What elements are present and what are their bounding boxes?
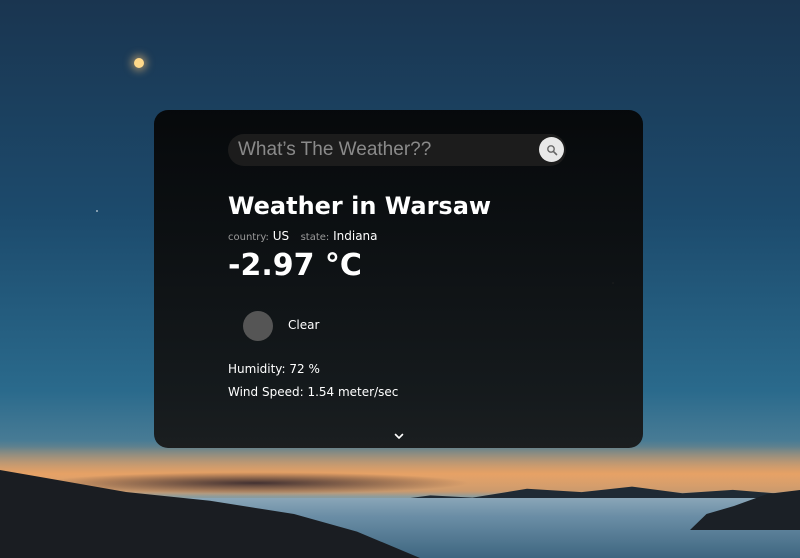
- state-value: Indiana: [333, 229, 378, 243]
- country-value: US: [272, 229, 290, 243]
- chevron-down-icon: [394, 433, 404, 439]
- country-label: country:: [228, 232, 269, 243]
- humidity: Humidity: 72 %: [228, 362, 320, 376]
- weather-card: Weather in Warsaw country: US state: Ind…: [154, 110, 643, 448]
- city-title: Weather in Warsaw: [228, 192, 492, 220]
- weather-condition-icon: [243, 311, 273, 341]
- moon: [134, 58, 144, 68]
- search-bar: [228, 134, 566, 166]
- star: [96, 210, 98, 212]
- state-label: state:: [300, 232, 330, 243]
- search-input[interactable]: [238, 134, 528, 166]
- expand-button[interactable]: [392, 430, 406, 442]
- search-button[interactable]: [539, 137, 564, 162]
- wind-speed: Wind Speed: 1.54 meter/sec: [228, 385, 399, 399]
- search-icon: [546, 144, 557, 155]
- temperature: -2.97 °C: [228, 248, 362, 283]
- weather-description: Clear: [288, 318, 320, 332]
- location-meta: country: US state: Indiana: [228, 229, 378, 243]
